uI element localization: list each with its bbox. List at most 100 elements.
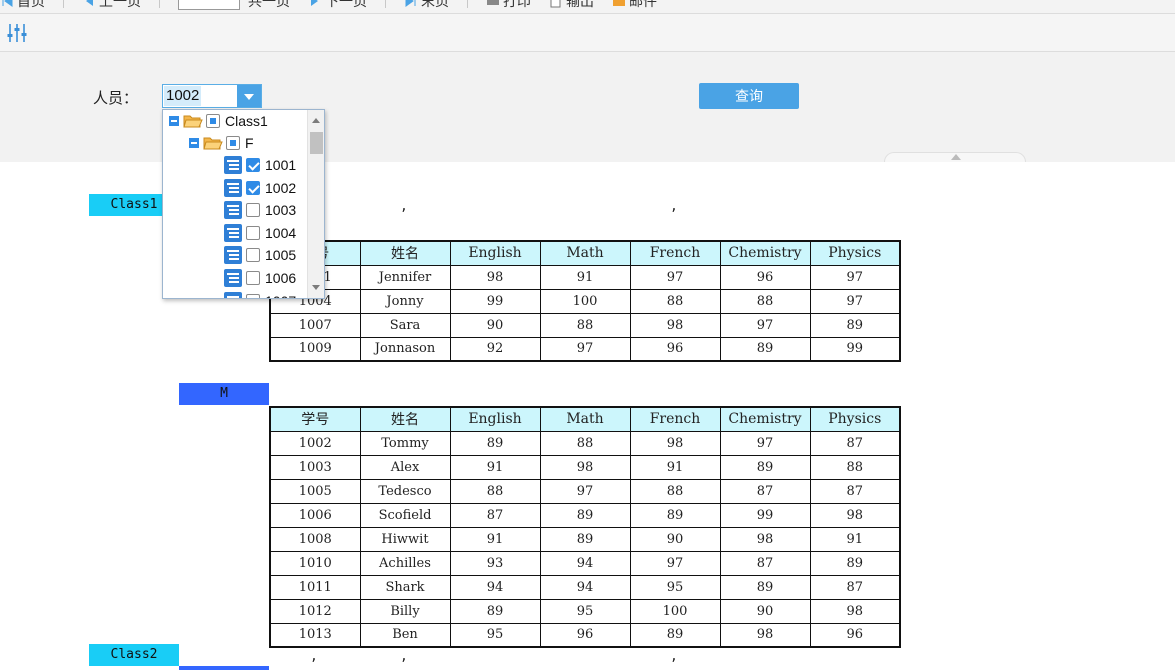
table-row: 1002 Tommy 89 88 98 97 87 [269, 430, 901, 456]
table-cell: 87 [719, 478, 811, 504]
list-item-icon [224, 291, 242, 298]
tree-checkbox[interactable] [246, 293, 260, 298]
collapse-icon[interactable] [189, 138, 199, 148]
tree-leaf-label: 1006 [265, 270, 297, 286]
table-cell: 88 [719, 288, 811, 314]
table-cell: 87 [809, 478, 901, 504]
first-page-icon [0, 0, 14, 8]
table-cell: 98 [809, 598, 901, 624]
tree-checkbox[interactable] [246, 248, 260, 263]
tree-checkbox[interactable] [246, 180, 260, 195]
table-row: 1011 Shark 94 94 95 89 87 [269, 574, 901, 600]
table-cell: 88 [809, 454, 901, 480]
table-row: 1001Jennifer9891979697 [269, 264, 901, 290]
person-tree-combo[interactable]: 1002 [162, 84, 262, 108]
tree-leaf-1007[interactable]: 1007 [223, 290, 296, 298]
table-cell: 89 [809, 312, 901, 338]
tree-checkbox[interactable] [246, 158, 260, 172]
table-cell: 89 [539, 526, 631, 552]
comma-text: , [670, 199, 678, 214]
comma-text: , [670, 649, 678, 664]
table-cell: 99 [449, 288, 541, 314]
table-cell: 98 [809, 502, 901, 528]
table-cell: 99 [719, 502, 811, 528]
table-row: 1005 Tedesco 88 97 88 87 87 [269, 478, 901, 504]
tree-checkbox[interactable] [226, 136, 240, 150]
table-cell: 89 [809, 550, 901, 576]
mail-icon [612, 0, 626, 8]
tree-node-label: F [245, 135, 254, 151]
scroll-up-icon[interactable] [312, 118, 320, 123]
next-page-button[interactable]: 下一页 [308, 0, 367, 11]
tree-checkbox[interactable] [246, 203, 260, 218]
first-page-label: 首页 [17, 0, 45, 9]
last-page-button[interactable]: 末页 [404, 0, 449, 11]
dropdown-scrollbar[interactable] [307, 110, 324, 298]
tree-leaf-1004[interactable]: 1004 [223, 222, 296, 244]
column-header: English [449, 240, 541, 266]
tree-leaf-1002[interactable]: 1002 [223, 177, 296, 199]
table-cell: 87 [809, 430, 901, 456]
tree-node-label: Class1 [225, 113, 268, 129]
prev-page-icon [82, 0, 96, 8]
tree-checkbox[interactable] [206, 114, 220, 128]
table-cell: 1002 [269, 430, 361, 456]
table-cell: 1011 [269, 574, 361, 600]
tree-checkbox[interactable] [246, 225, 260, 240]
table-row: 1010 Achilles 93 94 97 87 89 [269, 550, 901, 576]
tree-leaf-label: 1002 [265, 179, 297, 196]
list-item-icon [224, 201, 242, 220]
scroll-down-icon[interactable] [312, 285, 320, 290]
tree-node-f[interactable]: F [189, 132, 254, 154]
collapse-icon[interactable] [169, 116, 179, 126]
page-number-input[interactable] [178, 0, 240, 10]
parameter-settings-button[interactable] [6, 22, 28, 44]
table-cell: 1009 [269, 336, 361, 362]
class2-band: Class2 [89, 644, 179, 666]
table-cell: 98 [719, 622, 811, 648]
report-toolbar: 首页 上一页 共一页 下一页 末页 打印 输出 邮件 [0, 0, 1175, 14]
chevron-down-icon[interactable] [237, 85, 261, 107]
table-cell: 89 [719, 336, 811, 362]
folder-open-icon [203, 137, 223, 150]
table-cell: 98 [629, 312, 721, 338]
tree-node-class1[interactable]: Class1 [169, 110, 268, 132]
collapse-panel-handle[interactable] [884, 152, 1026, 162]
table-cell: 97 [539, 336, 631, 362]
sliders-icon [7, 24, 27, 42]
next-page-label: 下一页 [325, 0, 367, 9]
tree-leaf-label: 1003 [265, 202, 297, 219]
table-cell: 90 [629, 526, 721, 552]
table-cell: 91 [809, 526, 901, 552]
export-button[interactable]: 输出 [549, 0, 594, 11]
score-table-f: 学号姓名EnglishMathFrenchChemistryPhysics 10… [269, 240, 901, 362]
table-header-row: 学号姓名EnglishMathFrenchChemistryPhysics [269, 240, 901, 266]
scroll-thumb[interactable] [310, 132, 323, 154]
tree-checkbox[interactable] [246, 271, 260, 285]
table-cell: 1010 [269, 550, 361, 576]
toolbar-divider [159, 0, 160, 8]
mail-button[interactable]: 邮件 [612, 0, 657, 11]
first-page-button[interactable]: 首页 [0, 0, 45, 11]
table-cell: 1012 [269, 598, 361, 624]
print-button[interactable]: 打印 [486, 0, 531, 11]
tree-leaf-1005[interactable]: 1005 [223, 244, 296, 266]
tree-leaf-1003[interactable]: 1003 [223, 199, 296, 221]
table-cell: Hiwwit [359, 526, 451, 552]
table-cell: 98 [629, 430, 721, 456]
person-tree-dropdown[interactable]: Class1 F 1001 1002 1003 1004 1005 1006 1007 [162, 109, 325, 299]
table-cell: 97 [719, 430, 811, 456]
toolbar-divider [385, 0, 386, 8]
query-button[interactable]: 查询 [699, 83, 799, 109]
group-m-band: M [179, 383, 269, 405]
comma-text: , [400, 649, 408, 664]
prev-page-button[interactable]: 上一页 [82, 0, 141, 11]
tree-leaf-label: 1007 [265, 293, 296, 298]
table-cell: 100 [539, 288, 631, 314]
column-header: 姓名 [359, 406, 451, 432]
tree-leaf-1006[interactable]: 1006 [223, 267, 296, 289]
tree-leaf-1001[interactable]: 1001 [223, 154, 296, 176]
tree-leaf-label: 1001 [265, 157, 297, 173]
list-item-icon [224, 269, 242, 287]
table-cell: Tedesco [359, 478, 451, 504]
